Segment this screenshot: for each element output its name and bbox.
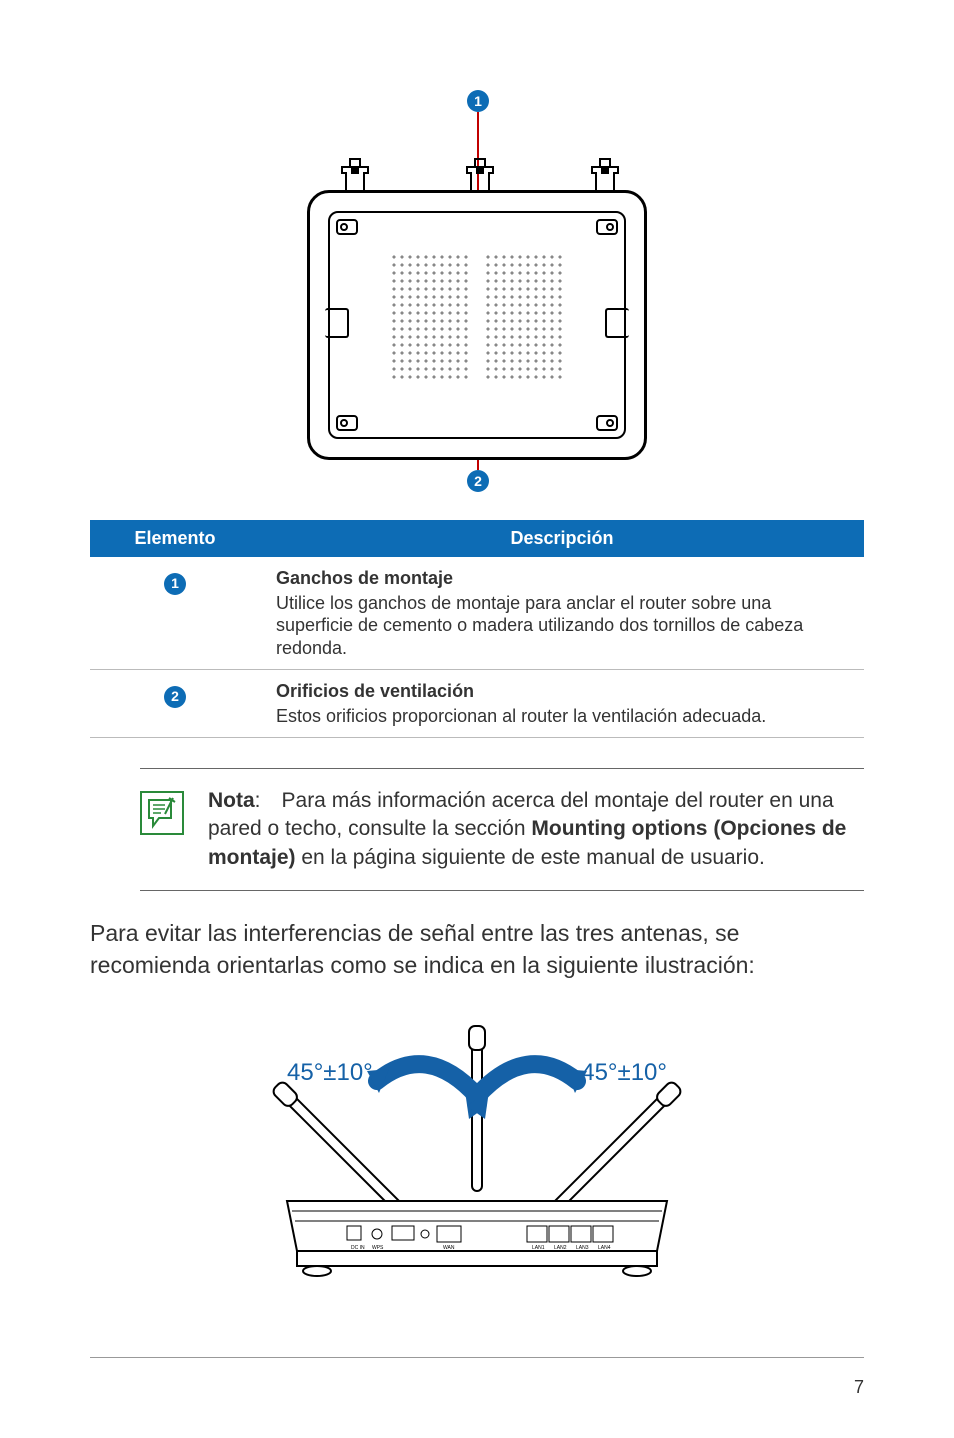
table-row: 1 Ganchos de montaje Utilice los ganchos… xyxy=(90,557,864,670)
row-desc: Estos orificios proporcionan al router l… xyxy=(276,706,766,726)
svg-text:DC IN: DC IN xyxy=(351,1245,365,1251)
row-title: Orificios de ventilación xyxy=(276,680,848,703)
callout-number: 1 xyxy=(164,573,186,595)
mount-hook-icon xyxy=(596,415,618,431)
table-row: 2 Orificios de ventilación Estos orifici… xyxy=(90,670,864,738)
svg-text:WAN: WAN xyxy=(443,1245,455,1251)
row-desc: Utilice los ganchos de montaje para ancl… xyxy=(276,593,803,658)
page-number: 7 xyxy=(854,1377,864,1398)
svg-text:LAN1: LAN1 xyxy=(532,1245,545,1251)
svg-text:LAN4: LAN4 xyxy=(598,1245,611,1251)
callout-number: 1 xyxy=(467,90,489,112)
router-chassis xyxy=(307,190,647,460)
vent-grid-icon xyxy=(390,253,470,383)
note-icon xyxy=(140,791,184,835)
svg-text:LAN2: LAN2 xyxy=(554,1245,567,1251)
vent-grid-icon xyxy=(484,253,564,383)
antenna-connector-icon xyxy=(465,155,495,193)
callout-marker-1: 1 xyxy=(467,90,489,112)
router-bottom-diagram: 1 2 xyxy=(267,80,687,500)
callout-number: 2 xyxy=(467,470,489,492)
footer-rule xyxy=(90,1357,864,1358)
arc-arrow-icon xyxy=(457,1051,597,1171)
row-title: Ganchos de montaje xyxy=(276,567,848,590)
wall-clip-icon xyxy=(325,308,349,338)
main-paragraph: Para evitar las interferencias de señal … xyxy=(90,917,864,981)
table-header-description: Descripción xyxy=(260,520,864,557)
note-text: Nota: Para más información acerca del mo… xyxy=(208,787,864,872)
table-header-element: Elemento xyxy=(90,520,260,557)
router-inner-frame xyxy=(328,211,626,439)
note-block: Nota: Para más información acerca del mo… xyxy=(140,768,864,891)
note-label: Nota xyxy=(208,789,255,812)
note-text-after: en la página siguiente de este manual de… xyxy=(296,846,765,869)
antenna-connector-icon xyxy=(340,155,370,193)
mount-hook-icon xyxy=(336,415,358,431)
mount-hook-icon xyxy=(596,219,618,235)
callout-number: 2 xyxy=(164,686,186,708)
callout-marker-2: 2 xyxy=(467,470,489,492)
antenna-connector-icon xyxy=(590,155,620,193)
description-table: Elemento Descripción 1 Ganchos de montaj… xyxy=(90,520,864,738)
svg-text:WPS: WPS xyxy=(372,1245,384,1251)
router-antenna-angle-diagram: 45°±10° 45°±10° xyxy=(197,1021,757,1301)
wall-clip-icon xyxy=(605,308,629,338)
mount-hook-icon xyxy=(336,219,358,235)
svg-text:LAN3: LAN3 xyxy=(576,1245,589,1251)
